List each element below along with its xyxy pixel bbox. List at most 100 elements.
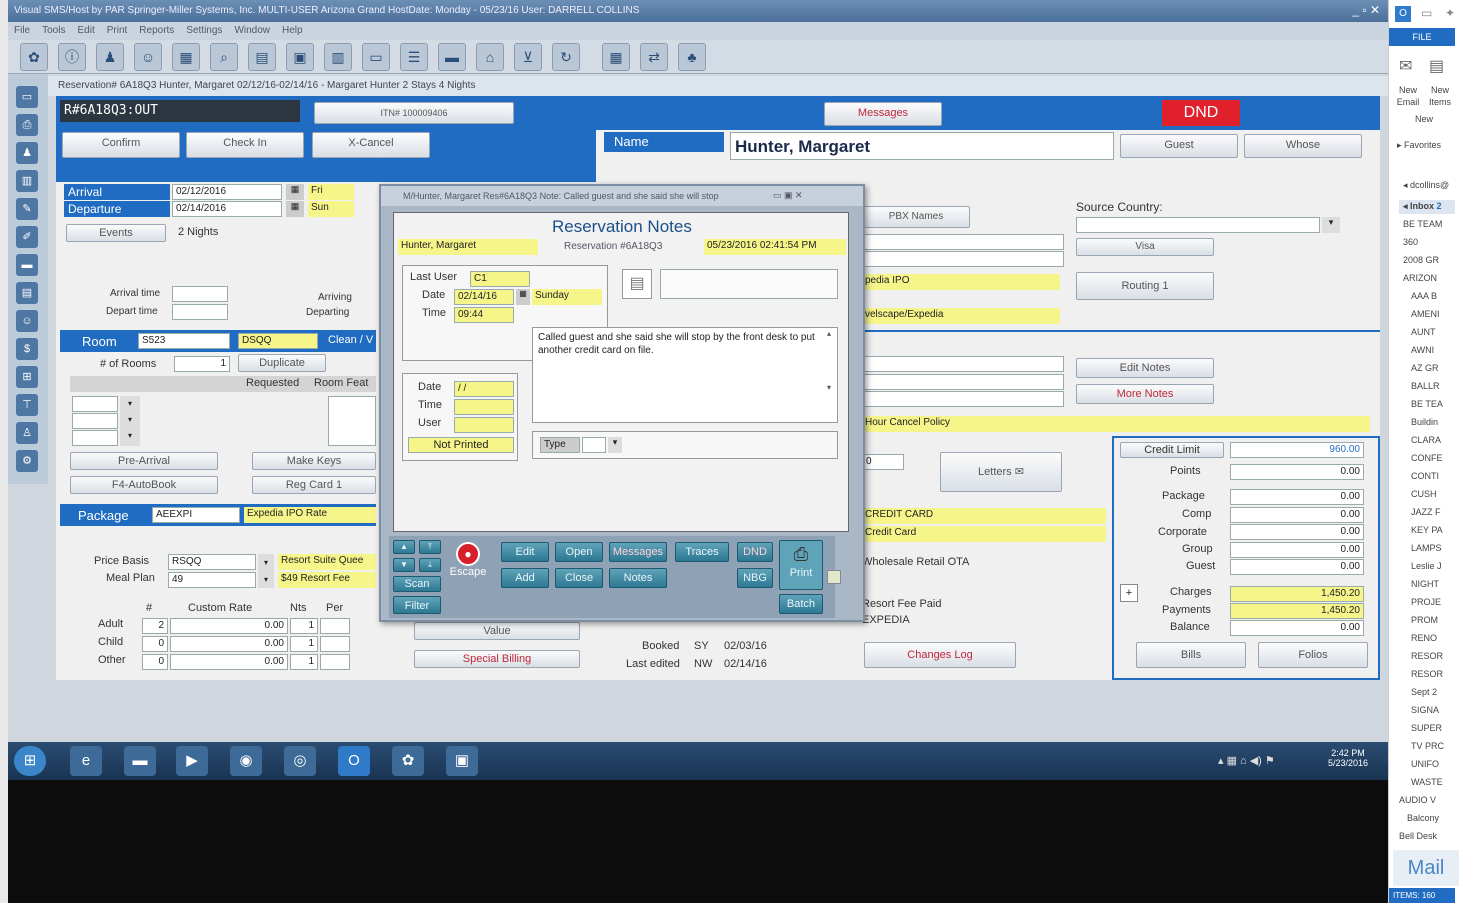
requested-field-1[interactable]: [72, 396, 118, 412]
rate-row-per[interactable]: [320, 636, 350, 652]
open-button[interactable]: Open: [555, 542, 603, 562]
wrench-icon[interactable]: ✐: [16, 226, 38, 248]
monitor-icon[interactable]: ▭: [362, 43, 390, 71]
folder-item[interactable]: 360: [1403, 237, 1418, 247]
folder-item[interactable]: RESOR: [1411, 669, 1443, 679]
folios-button[interactable]: Folios: [1258, 642, 1368, 668]
rate-row-custom-rate[interactable]: 0.00: [170, 618, 288, 634]
routing-button[interactable]: Routing 1: [1076, 272, 1214, 300]
dollar-icon[interactable]: $: [16, 338, 38, 360]
folder-item[interactable]: Sept 2: [1411, 687, 1437, 697]
folder-item[interactable]: WASTE: [1411, 777, 1443, 787]
add-button[interactable]: Add: [501, 568, 549, 588]
note-scrollbar[interactable]: ▴ ▾: [822, 329, 836, 421]
transfer-icon[interactable]: ⇄: [640, 43, 668, 71]
dnd-button[interactable]: DND: [737, 542, 773, 562]
folder-icon[interactable]: ▬: [124, 746, 156, 776]
whose-button[interactable]: Whose: [1244, 134, 1362, 158]
rate-row-per[interactable]: [320, 654, 350, 670]
folder-item[interactable]: PROJE: [1411, 597, 1441, 607]
staff-icon[interactable]: ☺: [16, 310, 38, 332]
folder-item[interactable]: ARIZON: [1403, 273, 1437, 283]
easel-icon[interactable]: ⊤: [16, 394, 38, 416]
group-icon[interactable]: ♟: [96, 43, 124, 71]
middle-field-2[interactable]: [862, 251, 1064, 267]
zero-field[interactable]: 0: [862, 454, 904, 470]
note-subject-field[interactable]: [660, 269, 838, 299]
folder-item[interactable]: JAZZ F: [1411, 507, 1441, 517]
make-keys-button[interactable]: Make Keys: [252, 452, 376, 470]
guest-name-field[interactable]: Hunter, Margaret: [730, 132, 1114, 160]
messages-button[interactable]: Messages: [609, 542, 667, 562]
window-icon[interactable]: ▭: [16, 86, 38, 108]
search-icon[interactable]: ⌕: [210, 43, 238, 71]
folder-item[interactable]: BE TEA: [1411, 399, 1443, 409]
folder-item[interactable]: UNIFO: [1411, 759, 1439, 769]
edit-button[interactable]: Edit: [501, 542, 549, 562]
book-icon[interactable]: ▥: [16, 170, 38, 192]
user-icon[interactable]: ♙: [16, 422, 38, 444]
price-basis-field[interactable]: RSQQ: [168, 554, 256, 570]
pos-icon[interactable]: ♣: [678, 43, 706, 71]
pin-icon[interactable]: ✦: [1445, 6, 1455, 20]
notes-field-3[interactable]: [862, 391, 1064, 407]
batch-button[interactable]: Batch: [779, 594, 823, 614]
account[interactable]: ◂ dcollins@: [1403, 180, 1449, 191]
document-icon[interactable]: ▤: [16, 282, 38, 304]
calendar-icon[interactable]: ▦: [172, 43, 200, 71]
favorites[interactable]: ▸ Favorites: [1397, 140, 1441, 151]
room-field[interactable]: S523: [138, 333, 230, 349]
close-button[interactable]: Close: [555, 568, 603, 588]
folder-item[interactable]: TV PRC: [1411, 741, 1444, 751]
escape-button[interactable]: ● Escape: [447, 540, 489, 588]
folder-item[interactable]: PROM: [1411, 615, 1438, 625]
folder-item[interactable]: NIGHT: [1411, 579, 1439, 589]
home-icon[interactable]: ✿: [20, 43, 48, 71]
autobook-button[interactable]: F4-AutoBook: [70, 476, 218, 494]
mail-nav[interactable]: Mail: [1393, 850, 1459, 886]
arrival-time-field[interactable]: [172, 286, 228, 302]
cart-icon[interactable]: ⊻: [514, 43, 542, 71]
pre-arrival-button[interactable]: Pre-Arrival: [70, 452, 218, 470]
folder-item[interactable]: AZ GR: [1411, 363, 1439, 373]
menu-reports[interactable]: Reports: [139, 25, 174, 36]
rate-row-custom-rate[interactable]: 0.00: [170, 654, 288, 670]
chrome-icon[interactable]: ◉: [230, 746, 262, 776]
room-type-field[interactable]: DSQQ: [238, 333, 318, 349]
check-in-button[interactable]: Check In: [186, 132, 304, 158]
menu-settings[interactable]: Settings: [186, 25, 222, 36]
window-controls[interactable]: _ ▫ ✕: [1352, 3, 1380, 17]
pbx-names-button[interactable]: PBX Names: [862, 206, 970, 228]
menu-edit[interactable]: Edit: [77, 25, 94, 36]
media-icon[interactable]: ▶: [176, 746, 208, 776]
schedule-icon[interactable]: ▥: [324, 43, 352, 71]
requested-scroll[interactable]: ▾ ▾ ▾: [120, 396, 140, 446]
folder-item[interactable]: AUDIO V: [1399, 795, 1436, 805]
folder-item[interactable]: Buildin: [1411, 417, 1438, 427]
file-tab[interactable]: FILE: [1389, 28, 1455, 46]
new-items-button[interactable]: New Items: [1423, 84, 1457, 108]
folder-item[interactable]: RESOR: [1411, 651, 1443, 661]
menu-tools[interactable]: Tools: [42, 25, 65, 36]
dnd-badge[interactable]: DND: [1162, 100, 1240, 126]
folder-item[interactable]: CUSH: [1411, 489, 1437, 499]
folder-item[interactable]: CONTI: [1411, 471, 1439, 481]
calendar-icon[interactable]: ▦: [286, 201, 304, 217]
middle-field-1[interactable]: [862, 234, 1064, 250]
confirm-button[interactable]: Confirm: [62, 132, 180, 158]
new-email-button[interactable]: New Email: [1395, 84, 1421, 108]
requested-field-3[interactable]: [72, 430, 118, 446]
menu-file[interactable]: File: [14, 25, 30, 36]
menu-help[interactable]: Help: [282, 25, 303, 36]
ledger-icon[interactable]: ▬: [438, 43, 466, 71]
notes-field-2[interactable]: [862, 374, 1064, 390]
depart-time-field[interactable]: [172, 304, 228, 320]
document-icon[interactable]: ▤: [622, 269, 652, 299]
notes-button[interactable]: Notes: [609, 568, 667, 588]
people-icon[interactable]: ♟: [16, 142, 38, 164]
meal-plan-field[interactable]: 49: [168, 572, 256, 588]
calendar-icon[interactable]: ▦: [286, 184, 304, 200]
traces-button[interactable]: Traces: [675, 542, 729, 562]
value-button[interactable]: Value: [414, 622, 580, 640]
new-items-icon[interactable]: ▤: [1429, 56, 1444, 76]
